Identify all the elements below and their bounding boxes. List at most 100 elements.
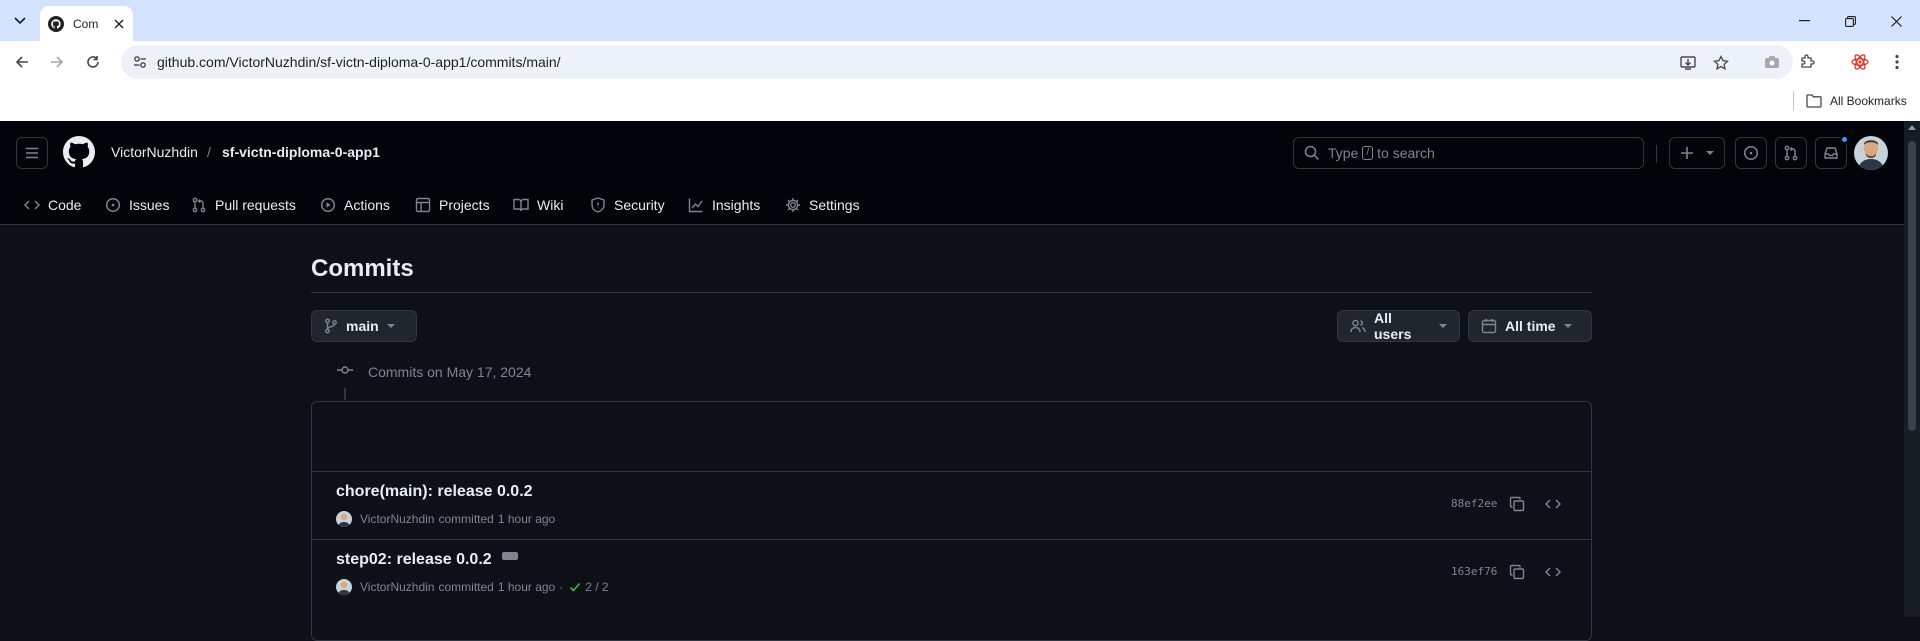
scroll-up-arrow-icon[interactable] (1908, 125, 1916, 130)
bookmark-star-button[interactable] (1711, 53, 1731, 73)
tab-projects[interactable]: Projects (415, 185, 490, 225)
tab-wiki-label: Wiki (537, 197, 564, 213)
shield-icon (591, 197, 605, 213)
main-content: Commits main All users All time Commits … (0, 225, 1904, 641)
restore-button[interactable] (1838, 9, 1862, 33)
scrollbar-thumb[interactable] (1908, 141, 1916, 431)
commit-sha-link[interactable]: 163ef76 (1451, 565, 1497, 578)
breadcrumb-separator: / (207, 144, 211, 160)
tab-code[interactable]: Code (24, 185, 81, 225)
copy-icon (1509, 564, 1525, 580)
more-vertical-icon (1895, 54, 1899, 70)
commit-message-link[interactable]: chore(main): release 0.0.2 (336, 483, 533, 501)
commit-message-text: chore(main): release 0.0.2 (336, 483, 533, 500)
all-bookmarks-label: All Bookmarks (1830, 94, 1907, 108)
all-bookmarks-button[interactable]: All Bookmarks (1806, 90, 1907, 112)
tab-issues[interactable]: Issues (105, 185, 169, 225)
calendar-icon (1481, 319, 1497, 334)
global-nav-menu-button[interactable] (16, 137, 48, 169)
search-input[interactable]: Type / to search (1293, 137, 1644, 169)
close-icon (1890, 15, 1902, 27)
plus-icon (1681, 147, 1693, 159)
branch-selector-button[interactable]: main (311, 310, 417, 342)
close-window-button[interactable] (1884, 9, 1908, 33)
star-icon (1713, 55, 1729, 71)
page-scrollbar[interactable] (1904, 121, 1920, 617)
browse-repo-at-commit-button[interactable] (1543, 562, 1563, 582)
code-icon (24, 200, 40, 210)
folder-icon (1806, 94, 1822, 108)
git-commit-icon (337, 366, 353, 374)
minimize-button[interactable] (1792, 9, 1816, 33)
address-bar[interactable]: github.com/VictorNuzhdin/sf-victn-diplom… (121, 45, 1793, 79)
avatar-image (336, 511, 352, 527)
check-icon[interactable] (569, 581, 581, 593)
gear-icon (786, 198, 800, 212)
tab-wiki[interactable]: Wiki (513, 185, 563, 225)
back-button[interactable] (9, 49, 35, 75)
extensions-button[interactable] (1795, 50, 1819, 74)
browser-menu-button[interactable] (1885, 50, 1909, 74)
reload-button[interactable] (80, 49, 106, 75)
tab-pull-requests[interactable]: Pull requests (191, 185, 296, 225)
avatar-image (336, 579, 352, 595)
tab-pull-requests-label: Pull requests (215, 197, 296, 213)
copy-sha-button[interactable] (1507, 562, 1527, 582)
search-prefix-text: Type (1328, 145, 1359, 161)
tab-insights[interactable]: Insights (688, 185, 760, 225)
puzzle-icon (1801, 54, 1815, 68)
tab-settings-label: Settings (809, 197, 860, 213)
url-text: github.com/VictorNuzhdin/sf-victn-diplom… (157, 54, 561, 70)
screenshot-extension-button[interactable] (1760, 50, 1784, 74)
user-avatar[interactable] (1854, 136, 1888, 170)
tab-insights-label: Insights (712, 197, 761, 213)
commit-action-text: committed (438, 580, 494, 594)
search-shortcut-key: / (1362, 146, 1374, 160)
breadcrumb-owner-link[interactable]: VictorNuzhdin (111, 144, 198, 160)
tab-settings[interactable]: Settings (785, 185, 860, 225)
reload-icon (87, 56, 99, 68)
expand-description-button[interactable] (501, 552, 518, 560)
commit-time: 1 hour ago (497, 512, 556, 526)
commit-list: chore(main): release 0.0.2 VictorNuzhdin… (311, 401, 1592, 641)
avatar-image (1854, 136, 1888, 170)
tab-close-button[interactable] (111, 16, 127, 32)
github-logo-icon[interactable] (63, 136, 95, 168)
meta-dot: · (559, 580, 564, 594)
commit-sha-link[interactable]: 88ef2ee (1451, 497, 1497, 510)
breadcrumb-repo-link[interactable]: sf-victn-diploma-0-app1 (222, 144, 380, 160)
commit-action-text: committed (438, 512, 494, 526)
tab-actions[interactable]: Actions (320, 185, 390, 225)
commit-message-link[interactable]: step02: release 0.0.2 (336, 551, 518, 569)
react-devtools-button[interactable] (1848, 50, 1872, 74)
inbox-icon (1824, 147, 1838, 159)
git-branch-icon (325, 318, 337, 334)
create-new-button[interactable] (1669, 137, 1725, 169)
author-avatar[interactable] (336, 579, 352, 595)
author-avatar[interactable] (336, 511, 352, 527)
title-divider (311, 292, 1592, 293)
browser-toolbar: github.com/VictorNuzhdin/sf-victn-diplom… (0, 41, 1920, 82)
tab-security[interactable]: Security (590, 185, 665, 225)
checks-status-text[interactable]: 2 / 2 (585, 580, 608, 594)
tab-title: Com (73, 16, 99, 31)
code-icon (1545, 567, 1561, 577)
install-app-button[interactable] (1678, 53, 1698, 73)
time-filter-button[interactable]: All time (1468, 310, 1592, 342)
caret-down-icon (1706, 151, 1714, 155)
issues-button[interactable] (1735, 137, 1767, 169)
tab-search-button[interactable] (8, 9, 32, 33)
search-suffix-text: to search (1377, 145, 1435, 161)
browse-repo-at-commit-button[interactable] (1543, 494, 1563, 514)
commit-author-link[interactable]: VictorNuzhdin (360, 580, 434, 594)
pull-requests-button[interactable] (1775, 137, 1807, 169)
forward-button[interactable] (44, 49, 70, 75)
copy-sha-button[interactable] (1507, 494, 1527, 514)
commit-author-link[interactable]: VictorNuzhdin (360, 512, 434, 526)
bookmarks-bar: All Bookmarks (0, 82, 1920, 121)
browser-tab[interactable]: Com (40, 6, 133, 41)
inbox-button[interactable] (1815, 135, 1849, 169)
header-divider (1656, 145, 1657, 163)
users-filter-button[interactable]: All users (1337, 310, 1460, 342)
time-filter-label: All time (1505, 318, 1556, 334)
